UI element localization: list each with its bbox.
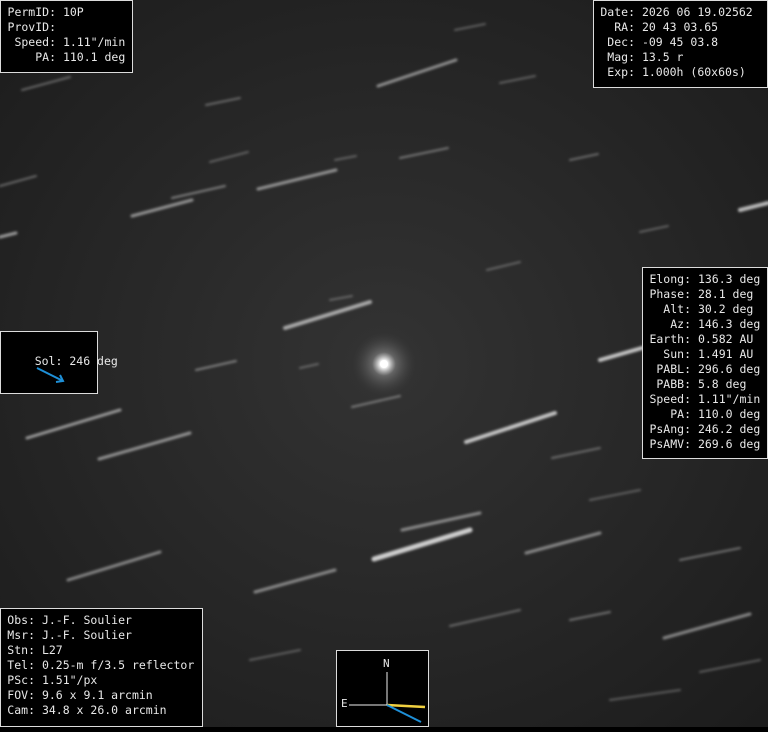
info-value: J.-F. Soulier bbox=[41, 613, 132, 627]
info-value: 34.8 x 26.0 arcmin bbox=[41, 703, 167, 717]
info-label: Stn: bbox=[7, 643, 35, 657]
info-label: ProvID: bbox=[7, 20, 56, 34]
info-row: Alt: 30.2 deg bbox=[649, 302, 761, 317]
info-row: Phase: 28.1 deg bbox=[649, 287, 761, 302]
info-row: PA: 110.1 deg bbox=[7, 50, 126, 65]
info-label: PsAMV: bbox=[649, 437, 691, 451]
info-row: ProvID: bbox=[7, 20, 126, 35]
info-row: FOV: 9.6 x 9.1 arcmin bbox=[7, 688, 196, 703]
info-value: 246.2 deg bbox=[697, 422, 761, 436]
info-value: 30.2 deg bbox=[697, 302, 754, 316]
compass-east-label: E bbox=[341, 697, 348, 710]
info-value: 146.3 deg bbox=[697, 317, 761, 331]
info-label: Exp: bbox=[607, 65, 635, 79]
info-row: Cam: 34.8 x 26.0 arcmin bbox=[7, 703, 196, 718]
info-label: PsAng: bbox=[649, 422, 691, 436]
info-value: J.-F. Soulier bbox=[41, 628, 132, 642]
info-value: 136.3 deg bbox=[697, 272, 761, 286]
info-value: 13.5 r bbox=[641, 50, 684, 64]
info-value: 110.1 deg bbox=[62, 50, 126, 64]
info-label: Speed: bbox=[649, 392, 691, 406]
sun-direction-panel: Sol: 246 deg bbox=[0, 331, 118, 394]
info-label: PermID: bbox=[7, 5, 56, 19]
info-row: Tel: 0.25-m f/3.5 reflector bbox=[7, 658, 196, 673]
info-value: 0.25-m f/3.5 reflector bbox=[41, 658, 195, 672]
info-value: 9.6 x 9.1 arcmin bbox=[41, 688, 153, 702]
info-value: 1.491 AU bbox=[697, 347, 754, 361]
info-row: Earth: 0.582 AU bbox=[649, 332, 761, 347]
info-row: PA: 110.0 deg bbox=[649, 407, 761, 422]
info-row: Obs: J.-F. Soulier bbox=[7, 613, 196, 628]
info-value: 296.6 deg bbox=[697, 362, 761, 376]
info-row: Exp: 1.000h (60x60s) bbox=[600, 65, 761, 80]
info-label: Cam: bbox=[7, 703, 35, 717]
info-row: PermID: 10P bbox=[7, 5, 126, 20]
compass-panel: N E bbox=[336, 650, 429, 727]
observer-info-panel: Obs: J.-F. Soulier Msr: J.-F. Soulier Stn:… bbox=[0, 608, 203, 727]
info-label: Alt: bbox=[663, 302, 691, 316]
info-value: L27 bbox=[41, 643, 63, 657]
info-value: 0.582 AU bbox=[697, 332, 754, 346]
info-value: 269.6 deg bbox=[697, 437, 761, 451]
info-value: -09 45 03.8 bbox=[641, 35, 719, 49]
info-row: Msr: J.-F. Soulier bbox=[7, 628, 196, 643]
info-label: Earth: bbox=[649, 332, 691, 346]
comet-nucleus bbox=[380, 360, 388, 368]
info-label: Mag: bbox=[607, 50, 635, 64]
info-row: Speed: 1.11"/min bbox=[649, 392, 761, 407]
info-label: Tel: bbox=[7, 658, 35, 672]
info-label: PA: bbox=[35, 50, 56, 64]
info-value: 2026 06 19.02562 bbox=[641, 5, 753, 19]
info-label: Date: bbox=[600, 5, 635, 19]
info-value: 28.1 deg bbox=[697, 287, 754, 301]
info-row: PABL: 296.6 deg bbox=[649, 362, 761, 377]
info-value: 20 43 03.65 bbox=[641, 20, 719, 34]
info-label: Obs: bbox=[7, 613, 35, 627]
observation-info-panel: Date: 2026 06 19.02562 RA: 20 43 03.65 Dec… bbox=[593, 0, 768, 88]
info-label: PA: bbox=[670, 407, 691, 421]
info-row: Stn: L27 bbox=[7, 643, 196, 658]
info-value: 1.000h (60x60s) bbox=[641, 65, 746, 79]
info-row: PsAng: 246.2 deg bbox=[649, 422, 761, 437]
geometry-info-panel: Elong: 136.3 deg Phase: 28.1 deg Alt: 30.2… bbox=[642, 267, 768, 459]
info-label: PSc: bbox=[7, 673, 35, 687]
info-row: RA: 20 43 03.65 bbox=[600, 20, 761, 35]
compass-north-label: N bbox=[383, 657, 390, 670]
info-value: 1.11"/min bbox=[62, 35, 126, 49]
info-label: Speed: bbox=[14, 35, 56, 49]
info-row: Dec: -09 45 03.8 bbox=[600, 35, 761, 50]
info-label: Dec: bbox=[607, 35, 635, 49]
info-row: Mag: 13.5 r bbox=[600, 50, 761, 65]
info-row: PsAMV: 269.6 deg bbox=[649, 437, 761, 452]
sun-direction-arrow-icon bbox=[36, 367, 65, 383]
info-value: 5.8 deg bbox=[697, 377, 747, 391]
info-row: Date: 2026 06 19.02562 bbox=[600, 5, 761, 20]
info-row: PSc: 1.51"/px bbox=[7, 673, 196, 688]
info-label: Msr: bbox=[7, 628, 35, 642]
info-row: Elong: 136.3 deg bbox=[649, 272, 761, 287]
info-row: Az: 146.3 deg bbox=[649, 317, 761, 332]
info-label: Sun: bbox=[663, 347, 691, 361]
info-row: Sun: 1.491 AU bbox=[649, 347, 761, 362]
info-value: 1.11"/min bbox=[697, 392, 761, 406]
info-label: PABB: bbox=[656, 377, 691, 391]
info-value: 1.51"/px bbox=[41, 673, 98, 687]
info-value: 10P bbox=[62, 5, 84, 19]
info-label: Phase: bbox=[649, 287, 691, 301]
info-row: PABB: 5.8 deg bbox=[649, 377, 761, 392]
info-row: Speed: 1.11"/min bbox=[7, 35, 126, 50]
info-label: Elong: bbox=[649, 272, 691, 286]
info-label: RA: bbox=[614, 20, 635, 34]
info-label: FOV: bbox=[7, 688, 35, 702]
info-label: PABL: bbox=[656, 362, 691, 376]
info-value: 110.0 deg bbox=[697, 407, 761, 421]
info-label: Az: bbox=[670, 317, 691, 331]
object-info-panel: PermID: 10P ProvID: Speed: 1.11"/min PA: 1… bbox=[0, 0, 133, 73]
